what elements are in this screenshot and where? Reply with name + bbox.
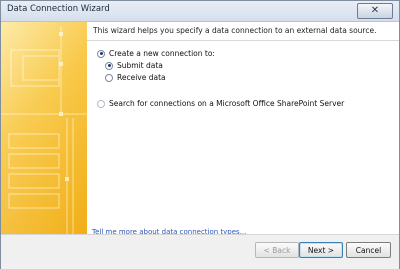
decorative-pattern-icon [1,22,87,234]
wizard-window: Data Connection Wizard ✕ This wizard hel… [0,0,400,269]
create-new-connection-label: Create a new connection to: [109,49,215,58]
close-button[interactable]: ✕ [357,3,393,19]
header-divider [87,40,399,41]
radio-unselected-icon [105,73,113,82]
receive-data-radio[interactable]: Receive data [105,73,166,82]
search-sharepoint-radio[interactable]: Search for connections on a Microsoft Of… [97,99,344,108]
window-title: Data Connection Wizard [7,4,110,14]
content-panel: This wizard helps you specify a data con… [87,22,399,236]
submit-data-label: Submit data [117,61,163,70]
radio-selected-icon [97,49,105,58]
receive-data-label: Receive data [117,73,166,82]
title-bar[interactable]: Data Connection Wizard ✕ [1,1,399,22]
radio-selected-icon [105,61,113,70]
close-icon: ✕ [370,5,380,16]
back-button[interactable]: < Back [255,242,299,258]
create-new-connection-radio[interactable]: Create a new connection to: [97,49,215,58]
radio-unselected-icon [97,99,105,108]
cancel-button[interactable]: Cancel [346,242,391,258]
next-button[interactable]: Next > [299,242,343,258]
sidebar-graphic [1,22,87,234]
submit-data-radio[interactable]: Submit data [105,61,163,70]
search-sharepoint-label: Search for connections on a Microsoft Of… [109,99,345,108]
intro-text: This wizard helps you specify a data con… [93,26,377,35]
